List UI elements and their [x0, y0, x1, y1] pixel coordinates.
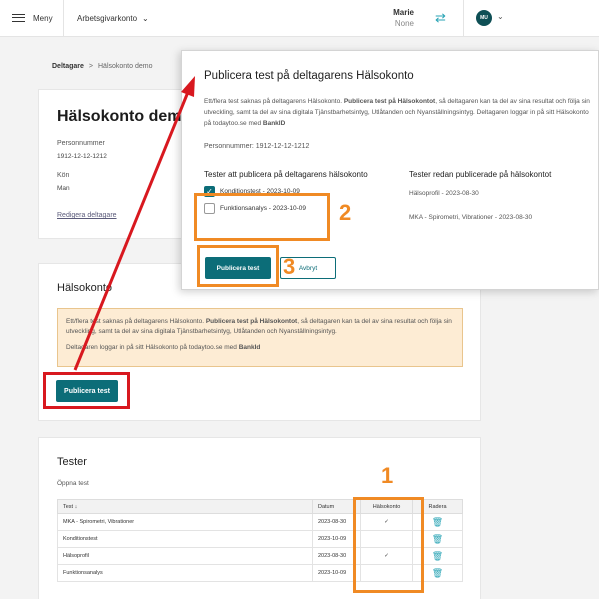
tutorial-arrow — [73, 76, 195, 371]
highlight-checkboxes — [194, 193, 330, 241]
step-number-1: 1 — [381, 463, 394, 488]
step-number-3: 3 — [283, 254, 296, 279]
highlight-publish-button — [43, 372, 130, 409]
highlight-halsokonto-column — [353, 497, 424, 593]
step-number-2: 2 — [339, 200, 352, 225]
highlight-modal-publish — [197, 245, 279, 287]
